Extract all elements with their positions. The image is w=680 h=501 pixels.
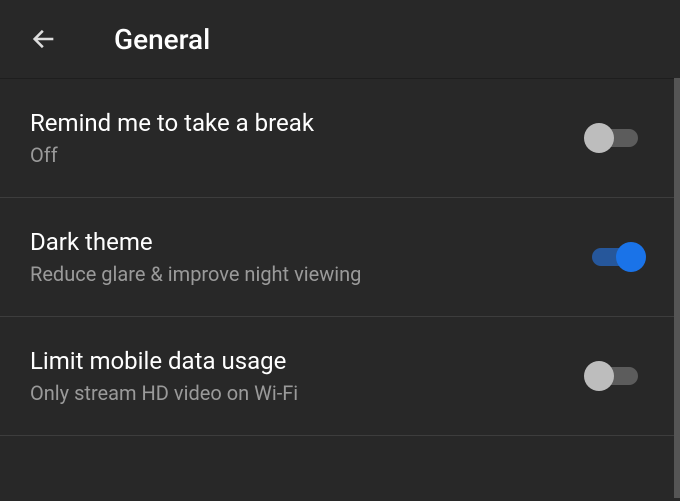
toggle-dark-theme[interactable] (584, 239, 646, 275)
setting-text: Remind me to take a break Off (30, 109, 314, 167)
setting-subtitle: Reduce glare & improve night viewing (30, 262, 361, 286)
setting-title: Dark theme (30, 228, 361, 256)
scrollbar[interactable] (674, 78, 680, 498)
setting-limit-data[interactable]: Limit mobile data usage Only stream HD v… (0, 317, 680, 436)
setting-subtitle: Off (30, 143, 314, 167)
app-header: General (0, 0, 680, 78)
setting-text: Dark theme Reduce glare & improve night … (30, 228, 361, 286)
setting-subtitle: Only stream HD video on Wi-Fi (30, 381, 298, 405)
settings-list: Remind me to take a break Off Dark theme… (0, 78, 680, 436)
setting-dark-theme[interactable]: Dark theme Reduce glare & improve night … (0, 198, 680, 317)
toggle-remind-break[interactable] (584, 120, 646, 156)
setting-remind-break[interactable]: Remind me to take a break Off (0, 79, 680, 198)
setting-text: Limit mobile data usage Only stream HD v… (30, 347, 298, 405)
setting-title: Limit mobile data usage (30, 347, 298, 375)
back-icon[interactable] (28, 23, 60, 55)
setting-title: Remind me to take a break (30, 109, 314, 137)
page-title: General (114, 23, 210, 56)
toggle-limit-data[interactable] (584, 358, 646, 394)
